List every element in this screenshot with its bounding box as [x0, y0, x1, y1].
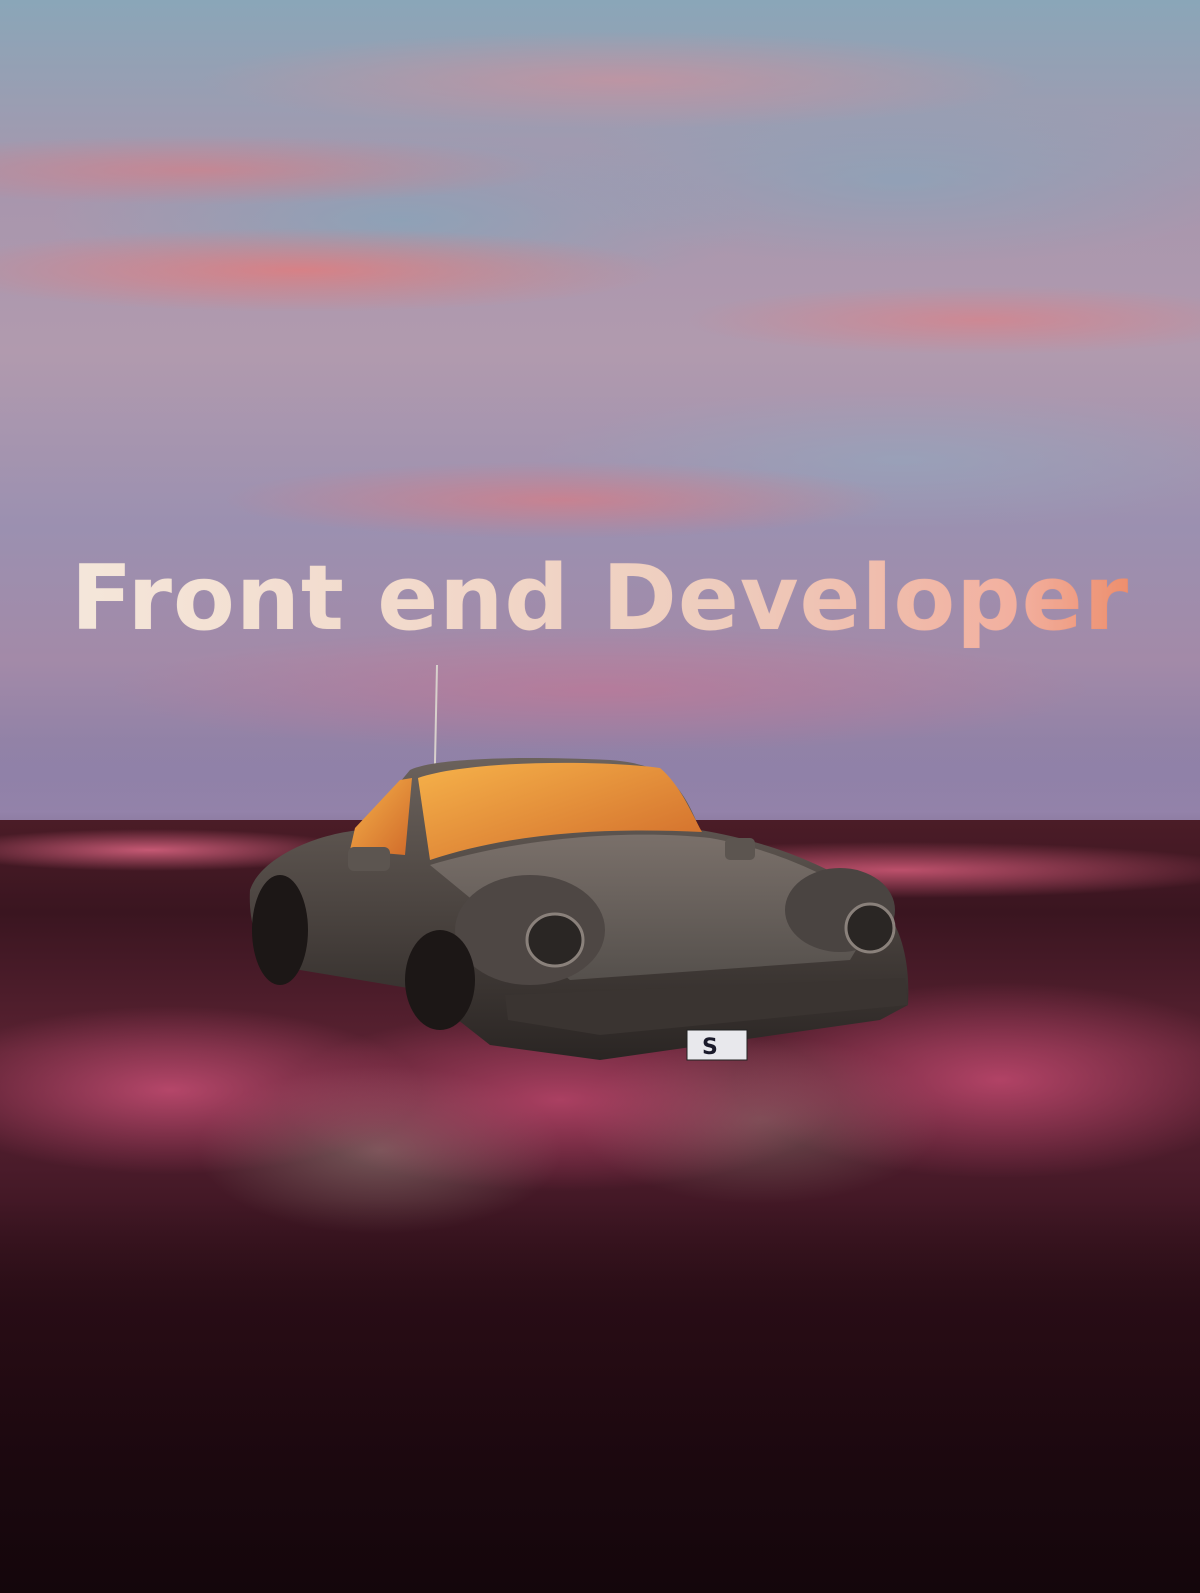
left-headlight [525, 912, 585, 968]
side-window [350, 778, 412, 855]
car-illustration: S [249, 664, 909, 1061]
right-mirror [725, 838, 755, 860]
headline-text: Front end Developer [0, 545, 1200, 653]
left-mirror [348, 847, 390, 871]
license-plate-text: S [702, 1035, 718, 1060]
right-headlight [844, 902, 896, 954]
foreground-shadow [0, 1200, 1200, 1593]
poster: S Front end Developer [0, 0, 1200, 1593]
front-wheel [405, 930, 475, 1030]
rear-wheel [252, 875, 308, 985]
